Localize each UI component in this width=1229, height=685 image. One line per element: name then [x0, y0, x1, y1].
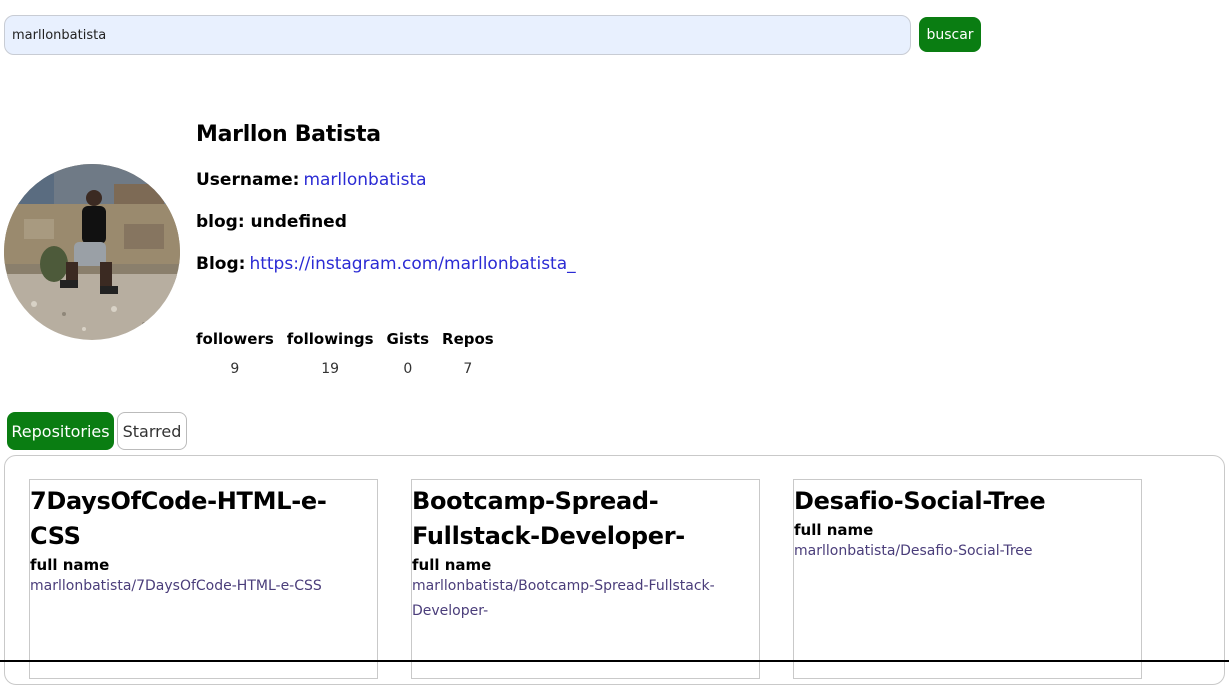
repo-fullname: marllonbatista/7DaysOfCode-HTML-e-CSS — [30, 578, 322, 594]
tab-starred[interactable]: Starred — [117, 412, 187, 450]
blog-undefined-line: blog: undefined — [196, 212, 347, 232]
stat-followers: followers 9 — [196, 330, 274, 377]
stat-followings: followings 19 — [287, 330, 374, 377]
search-button[interactable]: buscar — [919, 17, 981, 52]
avatar — [4, 164, 180, 340]
username-link[interactable]: marllonbatista — [303, 170, 426, 190]
repo-title[interactable]: Bootcamp-Spread-Fullstack-Developer- — [412, 484, 759, 554]
repo-card[interactable]: Bootcamp-Spread-Fullstack-Developer- ful… — [411, 479, 760, 679]
stat-gists: Gists 0 — [387, 330, 429, 377]
repo-fullname-label: full name — [794, 521, 874, 539]
repo-fullname: marllonbatista/Desafio-Social-Tree — [794, 543, 1033, 559]
search-input[interactable] — [4, 15, 911, 55]
repo-title[interactable]: Desafio-Social-Tree — [794, 484, 1141, 519]
stat-label: followings — [286, 330, 374, 348]
repo-card[interactable]: Desafio-Social-Tree full name marllonbat… — [793, 479, 1142, 679]
blog-undefined-label: blog: undefined — [196, 212, 347, 232]
blog-line: Blog: https://instagram.com/marllonbatist… — [196, 254, 576, 274]
stat-value: 7 — [463, 361, 473, 377]
tab-repositories[interactable]: Repositories — [7, 412, 114, 450]
stat-repos: Repos 7 — [442, 330, 494, 377]
stat-label: followers — [196, 330, 274, 348]
repo-fullname-label: full name — [30, 556, 110, 574]
username-line: Username: marllonbatista — [196, 170, 427, 190]
blog-link[interactable]: https://instagram.com/marllonbatista_ — [249, 254, 575, 274]
repo-fullname: marllonbatista/Bootcamp-Spread-Fullstack… — [412, 578, 715, 619]
stat-label: Gists — [386, 330, 430, 348]
stat-label: Repos — [442, 330, 494, 348]
avatar-photo — [4, 164, 180, 340]
blog-label: Blog: — [196, 254, 246, 274]
repo-title[interactable]: 7DaysOfCode-HTML-e-CSS — [30, 484, 377, 554]
stat-value: 9 — [230, 361, 240, 377]
repo-fullname-label: full name — [412, 556, 492, 574]
username-label: Username: — [196, 170, 300, 190]
stat-value: 0 — [403, 361, 413, 377]
profile-name: Marllon Batista — [196, 122, 381, 147]
stats: followers 9 followings 19 Gists 0 Repos … — [196, 330, 507, 377]
repo-card[interactable]: 7DaysOfCode-HTML-e-CSS full name marllon… — [29, 479, 378, 679]
stat-value: 19 — [321, 361, 340, 377]
